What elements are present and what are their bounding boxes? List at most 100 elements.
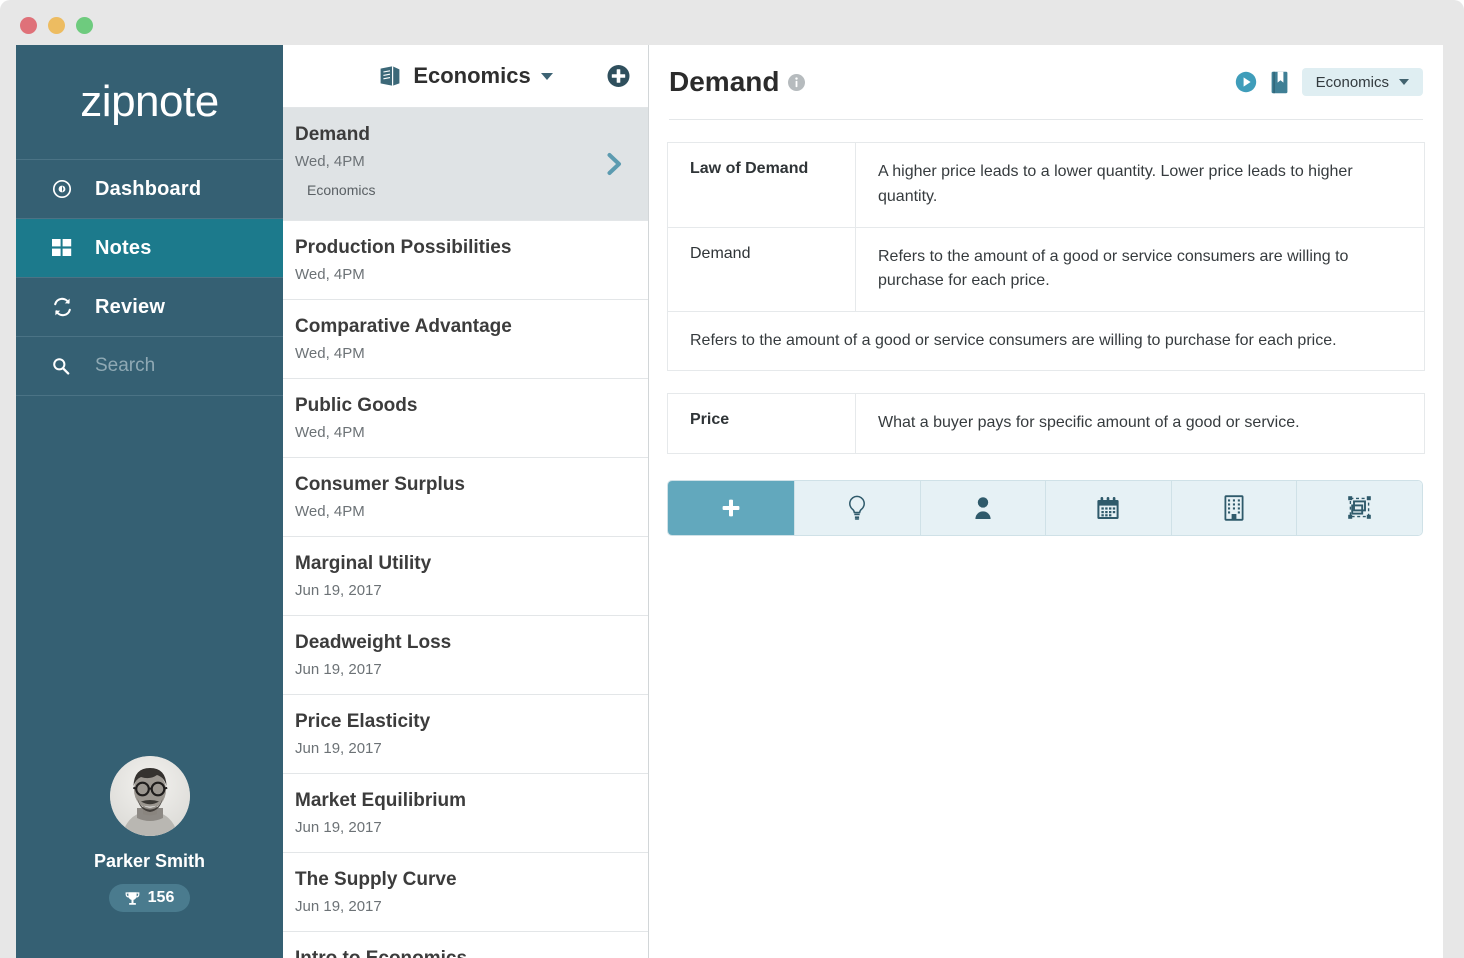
profile-name: Parker Smith — [93, 851, 206, 871]
note-list-item[interactable]: Production Possibilities Wed, 4PM — [283, 221, 648, 300]
sidebar: zipnote Dashboard Notes Review Search Pa… — [16, 45, 283, 958]
note-list-item[interactable]: Marginal Utility Jun 19, 2017 — [283, 537, 648, 616]
note-item-date: Wed, 4PM — [295, 266, 365, 283]
full-width-text-cell: Refers to the amount of a good or servic… — [690, 332, 1337, 350]
user-profile[interactable]: Parker Smith 156 — [16, 756, 283, 958]
note-item-date: Jun 19, 2017 — [295, 661, 382, 678]
table-row[interactable]: Law of Demand A higher price leads to a l… — [668, 143, 1424, 228]
note-item-date: Jun 19, 2017 — [295, 740, 382, 757]
note-item-date: Jun 19, 2017 — [295, 582, 382, 599]
note-item-date: Wed, 4PM — [295, 503, 365, 520]
sidebar-item-label: Notes — [95, 236, 152, 259]
note-item-title: Marginal Utility — [295, 553, 432, 574]
note-list-item[interactable]: Deadweight Loss Jun 19, 2017 — [283, 616, 648, 695]
note-list-item[interactable]: Public Goods Wed, 4PM — [283, 379, 648, 458]
table-row[interactable]: Price What a buyer pays for specific amou… — [668, 394, 1424, 453]
refresh-icon — [52, 297, 78, 317]
page-title: Demand — [669, 66, 780, 97]
note-item-title: Price Elasticity — [295, 711, 431, 732]
chevron-down-icon[interactable] — [540, 72, 553, 80]
definition-cell: A higher price leads to a lower quantity… — [878, 163, 1353, 205]
person-icon — [973, 496, 993, 520]
note-item-title: Intro to Economics — [295, 948, 626, 958]
note-list-item[interactable]: Demand Wed, 4PM Economics — [283, 108, 648, 221]
score-value: 156 — [147, 889, 175, 906]
note-list-item[interactable]: The Supply Curve Jun 19, 2017 — [283, 853, 648, 932]
note-item-title: Consumer Surplus — [295, 474, 465, 495]
lightbulb-icon — [847, 495, 867, 521]
notebook-title: Economics — [413, 63, 531, 88]
note-item-title: Demand — [295, 124, 370, 145]
calendar-icon — [1096, 496, 1120, 520]
maximize-window-button[interactable] — [76, 17, 93, 34]
status-badge: 156 — [108, 884, 191, 912]
note-detail-panel: Demand Economics Law of Demand A higher … — [649, 45, 1443, 958]
play-circle-icon[interactable] — [1235, 71, 1257, 93]
plus-icon — [720, 497, 742, 519]
chevron-right-icon[interactable] — [606, 152, 624, 176]
calendar-insert-button[interactable] — [1046, 480, 1172, 535]
sidebar-item-notes[interactable]: Notes — [16, 219, 283, 278]
minimize-window-button[interactable] — [48, 17, 65, 34]
term-cell: Law of Demand — [668, 143, 856, 227]
note-item-title: Public Goods — [295, 395, 418, 416]
info-icon[interactable] — [788, 73, 806, 91]
definition-cell: Refers to the amount of a good or servic… — [878, 247, 1349, 290]
note-list-item[interactable]: Market Equilibrium Jun 19, 2017 — [283, 774, 648, 853]
sidebar-item-label: Dashboard — [95, 177, 202, 200]
note-list-item[interactable]: Comparative Advantage Wed, 4PM — [283, 300, 648, 379]
sidebar-item-review[interactable]: Review — [16, 278, 283, 337]
divider — [669, 119, 1423, 120]
search-icon — [52, 357, 78, 375]
book-icon — [378, 65, 402, 87]
note-item-date: Wed, 4PM — [295, 153, 365, 170]
note-content-cards: Law of Demand A higher price leads to a l… — [667, 142, 1425, 454]
window-chrome: zipnote Dashboard Notes Review Search Pa… — [0, 0, 1464, 958]
trophy-icon — [125, 891, 140, 906]
note-item-tag: Economics — [307, 182, 376, 198]
shapes-insert-button[interactable] — [1297, 480, 1422, 535]
table-row[interactable]: Demand Refers to the amount of a good or … — [668, 227, 1424, 313]
term-cell: Demand — [668, 227, 856, 312]
lightbulb-insert-button[interactable] — [795, 480, 921, 535]
note-item-title: Market Equilibrium — [295, 790, 467, 811]
note-item-title: Comparative Advantage — [295, 316, 512, 337]
note-list-item[interactable]: Intro to EconomicsJun 19, 2017 — [283, 932, 648, 958]
notes-list-header: Economics — [283, 45, 648, 108]
building-icon — [1224, 495, 1244, 521]
close-window-button[interactable] — [20, 17, 37, 34]
note-card: Price What a buyer pays for specific amou… — [667, 393, 1425, 454]
note-item-title: The Supply Curve — [295, 869, 457, 890]
building-insert-button[interactable] — [1171, 480, 1298, 535]
note-card: Law of Demand A higher price leads to a l… — [667, 142, 1425, 372]
note-item-date: Jun 19, 2017 — [295, 898, 382, 915]
note-list-item[interactable]: Price Elasticity Jun 19, 2017 — [283, 695, 648, 774]
notebook-selector[interactable]: Economics — [1301, 68, 1423, 96]
app-logo: zipnote — [16, 45, 283, 160]
notes-list-panel: Economics Demand Wed, 4PM Economics Product… — [283, 45, 649, 958]
note-list-item[interactable]: Consumer Surplus Wed, 4PM — [283, 458, 648, 537]
plus-insert-button[interactable] — [668, 480, 795, 535]
note-item-date: Jun 19, 2017 — [295, 819, 382, 836]
note-insert-toolbar[interactable] — [667, 479, 1423, 536]
search-input[interactable]: Search — [16, 337, 283, 396]
add-note-button[interactable] — [607, 65, 630, 88]
chevron-down-icon — [1399, 79, 1409, 85]
brand-name: zipnote — [80, 77, 219, 126]
sidebar-item-dashboard[interactable]: Dashboard — [16, 160, 283, 219]
note-item-date: Wed, 4PM — [295, 345, 365, 362]
note-detail-actions: Economics — [1235, 68, 1423, 96]
table-row[interactable]: Refers to the amount of a good or servic… — [668, 312, 1424, 370]
app-body: zipnote Dashboard Notes Review Search Pa… — [16, 45, 1443, 958]
note-item-title: Production Possibilities — [295, 237, 512, 258]
compass-icon — [52, 179, 78, 199]
person-insert-button[interactable] — [920, 480, 1047, 535]
notebook-selector-label: Economics — [1315, 73, 1389, 91]
avatar — [109, 756, 190, 836]
shapes-icon — [1347, 495, 1372, 520]
bookmark-icon[interactable] — [1271, 71, 1288, 94]
notes-list[interactable]: Demand Wed, 4PM Economics Production Possib… — [283, 108, 648, 958]
window-controls — [20, 17, 93, 34]
term-cell: Price — [668, 394, 856, 453]
